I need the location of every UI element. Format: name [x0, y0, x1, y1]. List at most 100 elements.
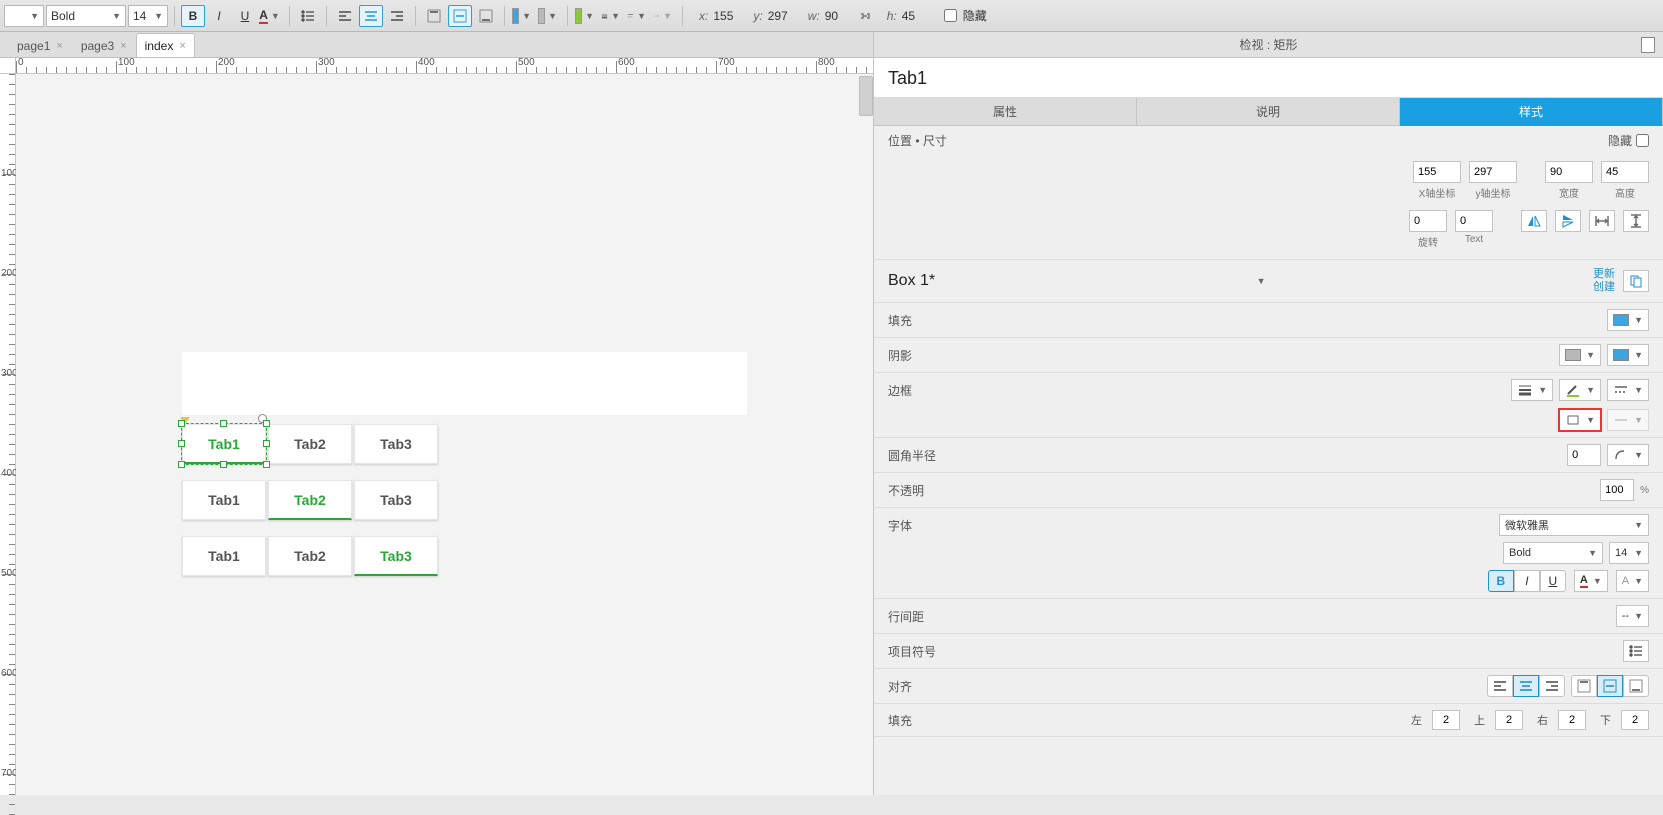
widget-tab2[interactable]: Tab2 — [268, 536, 352, 576]
font-color-dropdown[interactable]: A▼ — [1574, 570, 1608, 592]
canvas[interactable]: 0100200300400500600700800 10020030040050… — [0, 58, 873, 795]
pad-left-input[interactable] — [1432, 710, 1460, 730]
tab-index[interactable]: index× — [136, 33, 195, 57]
inner-shadow-dropdown[interactable]: ▼ — [1607, 344, 1649, 366]
resize-handle[interactable] — [220, 461, 227, 468]
style-dropdown[interactable]: ▼ — [4, 5, 44, 27]
stroke-color-button[interactable]: ▼ — [574, 5, 598, 27]
w-input[interactable] — [1545, 161, 1593, 183]
tab-notes[interactable]: 说明 — [1137, 98, 1400, 126]
radius-corner-dropdown[interactable]: ▼ — [1607, 444, 1649, 466]
valign-middle-button[interactable] — [1597, 675, 1623, 697]
resize-handle[interactable] — [178, 461, 185, 468]
x-input[interactable] — [1413, 161, 1461, 183]
border-visibility-dropdown[interactable]: ▼ — [1559, 409, 1601, 431]
y-input[interactable] — [1469, 161, 1517, 183]
canvas-scrollbar[interactable] — [859, 76, 873, 116]
widget-tab1[interactable]: Tab1 — [182, 536, 266, 576]
font-weight-dropdown[interactable]: Bold▼ — [1503, 542, 1603, 564]
copy-style-button[interactable] — [1623, 270, 1649, 292]
widget-tab3[interactable]: Tab3 — [354, 536, 438, 576]
underline-button[interactable]: U — [1540, 570, 1566, 592]
close-icon[interactable]: × — [120, 40, 126, 52]
opacity-input[interactable] — [1600, 479, 1634, 501]
update-style-link[interactable]: 更新 — [1593, 268, 1615, 281]
hidden-checkbox[interactable] — [1636, 134, 1649, 147]
outer-shadow-dropdown[interactable]: ▼ — [1559, 344, 1601, 366]
pad-bottom-input[interactable] — [1621, 710, 1649, 730]
widget-tab3[interactable]: Tab3 — [354, 424, 438, 464]
border-width-dropdown[interactable]: ▼ — [1511, 379, 1553, 401]
stroke-width-button[interactable]: ▼ — [600, 5, 624, 27]
fill-color-dropdown[interactable]: ▼ — [1607, 309, 1649, 331]
border-style-dropdown[interactable]: ▼ — [1607, 379, 1649, 401]
arrow-style-button[interactable]: ▼ — [652, 5, 676, 27]
tab-properties[interactable]: 属性 — [874, 98, 1137, 126]
canvas-viewport[interactable]: Tab1 Tab2 Tab3 Tab1 Tab2 Tab3 Tab1 Tab2 … — [16, 74, 873, 795]
underline-button[interactable]: U — [233, 5, 257, 27]
flip-vertical-button[interactable] — [1555, 210, 1581, 232]
border-color-dropdown[interactable]: ▼ — [1559, 379, 1601, 401]
bold-button[interactable]: B — [181, 5, 205, 27]
hidden-checkbox[interactable] — [944, 9, 957, 22]
bullets-button[interactable] — [1623, 640, 1649, 662]
font-weight-dropdown[interactable]: Bold▼ — [46, 5, 126, 27]
rotation-input[interactable] — [1409, 210, 1447, 232]
valign-bottom-button[interactable] — [474, 5, 498, 27]
font-color-button[interactable]: A▼ — [259, 5, 283, 27]
resize-handle[interactable] — [220, 420, 227, 427]
tab-page1[interactable]: page1× — [8, 33, 72, 57]
radius-input[interactable] — [1567, 444, 1601, 466]
font-size-dropdown[interactable]: 14▼ — [1609, 542, 1649, 564]
pad-top-input[interactable] — [1495, 710, 1523, 730]
bold-button[interactable]: B — [1488, 570, 1514, 592]
create-style-link[interactable]: 创建 — [1593, 281, 1615, 293]
notes-icon[interactable] — [1641, 37, 1655, 53]
fit-height-button[interactable] — [1623, 210, 1649, 232]
lock-aspect-icon[interactable] — [857, 8, 873, 24]
font-size-dropdown[interactable]: 14▼ — [128, 5, 168, 27]
align-center-button[interactable] — [1513, 675, 1539, 697]
italic-button[interactable]: I — [207, 5, 231, 27]
fill-color-button[interactable]: ▼ — [511, 5, 535, 27]
horizontal-ruler: 0100200300400500600700800 — [16, 58, 873, 74]
close-icon[interactable]: × — [179, 40, 185, 52]
resize-handle[interactable] — [178, 440, 185, 447]
tab-style[interactable]: 样式 — [1400, 98, 1663, 126]
valign-top-button[interactable] — [422, 5, 446, 27]
selection-box[interactable] — [181, 423, 267, 465]
widget-tab3[interactable]: Tab3 — [354, 480, 438, 520]
stroke-style-button[interactable]: ▼ — [626, 5, 650, 27]
close-icon[interactable]: × — [56, 40, 62, 52]
resize-handle[interactable] — [263, 420, 270, 427]
pad-right-input[interactable] — [1558, 710, 1586, 730]
line-spacing-dropdown[interactable]: --▼ — [1616, 605, 1649, 627]
flip-horizontal-button[interactable] — [1521, 210, 1547, 232]
font-family-dropdown[interactable]: 微软雅黑▼ — [1499, 514, 1649, 536]
widget-tab1[interactable]: Tab1 — [182, 480, 266, 520]
align-right-button[interactable] — [1539, 675, 1565, 697]
more-type-dropdown[interactable]: A▼ — [1616, 570, 1649, 592]
align-left-button[interactable] — [1487, 675, 1513, 697]
shadow-button[interactable]: ▼ — [537, 5, 561, 27]
chevron-down-icon[interactable]: ▼ — [1257, 276, 1266, 286]
italic-button[interactable]: I — [1514, 570, 1540, 592]
align-left-button[interactable] — [333, 5, 357, 27]
valign-top-button[interactable] — [1571, 675, 1597, 697]
ruler-corner — [0, 58, 16, 74]
h-input[interactable] — [1601, 161, 1649, 183]
bullets-button[interactable] — [296, 5, 320, 27]
border-pattern-dropdown[interactable]: ▼ — [1607, 409, 1649, 431]
resize-handle[interactable] — [263, 461, 270, 468]
text-rotation-input[interactable] — [1455, 210, 1493, 232]
widget-tab2[interactable]: Tab2 — [268, 480, 352, 520]
widget-tab2[interactable]: Tab2 — [268, 424, 352, 464]
align-right-button[interactable] — [385, 5, 409, 27]
fit-width-button[interactable] — [1589, 210, 1615, 232]
valign-middle-button[interactable] — [448, 5, 472, 27]
resize-handle[interactable] — [178, 420, 185, 427]
valign-bottom-button[interactable] — [1623, 675, 1649, 697]
tab-page3[interactable]: page3× — [72, 33, 136, 57]
align-center-button[interactable] — [359, 5, 383, 27]
resize-handle[interactable] — [263, 440, 270, 447]
